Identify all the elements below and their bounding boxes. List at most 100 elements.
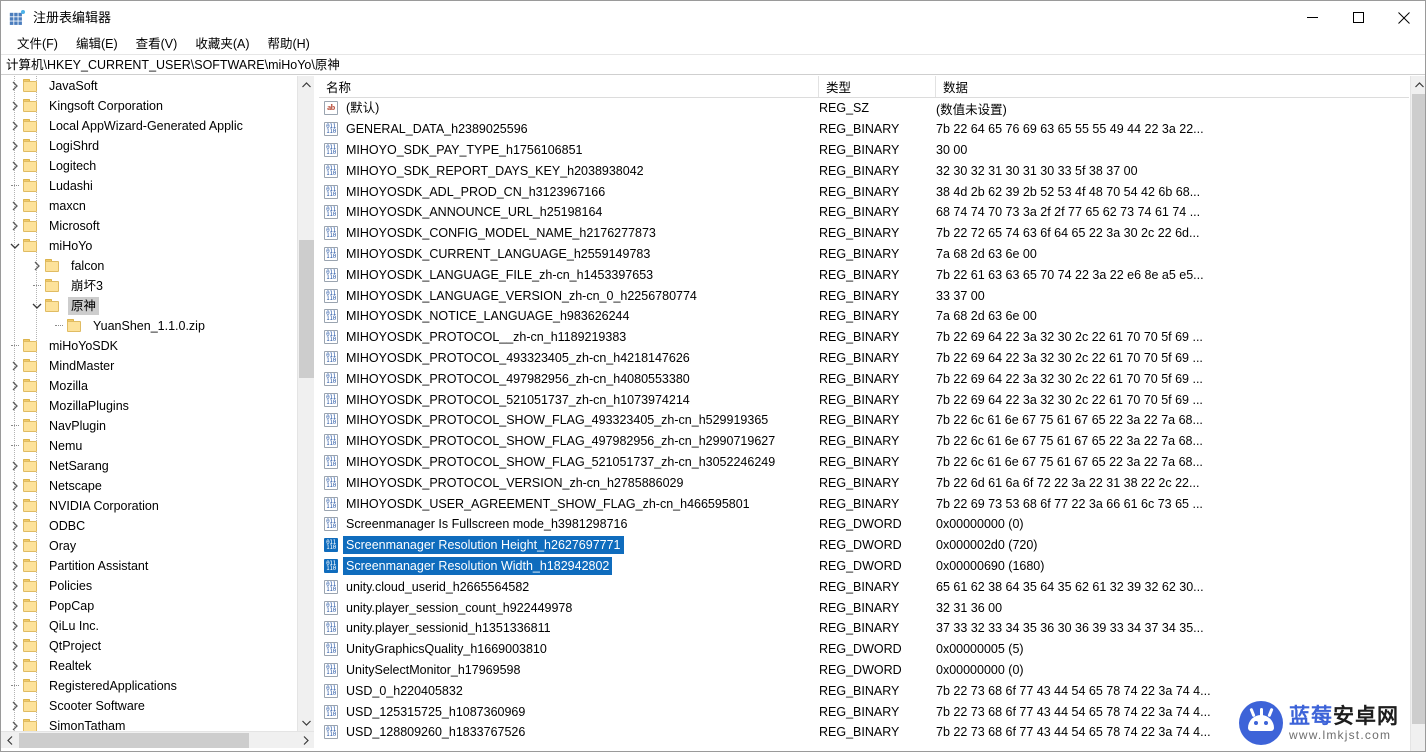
menu-file[interactable]: 文件(F) [8, 34, 67, 54]
tree-node[interactable]: maxcn [1, 196, 297, 216]
tree-node[interactable]: Scooter Software [1, 696, 297, 716]
chevron-right-icon[interactable] [7, 456, 23, 476]
tree-node[interactable]: Nemu [1, 436, 297, 456]
registry-value-row[interactable]: 011 110 unity.player_session_count_h922449… [319, 597, 1409, 618]
tree-horizontal-scrollbar[interactable] [1, 731, 314, 748]
registry-value-row[interactable]: 011 110 MIHOYOSDK_LANGUAGE_VERSION_zh-cn_0… [319, 285, 1409, 306]
tree-node[interactable]: ODBC [1, 516, 297, 536]
tree-scroll-thumb[interactable] [299, 240, 314, 378]
tree-node[interactable]: Local AppWizard-Generated Applic [1, 116, 297, 136]
tree-node[interactable]: 崩坏3 [1, 276, 297, 296]
registry-value-row[interactable]: 011 110 unity.cloud_userid_h2665564582 REG_… [319, 576, 1409, 597]
registry-value-row[interactable]: 011 110 USD_125315725_h1087360969 REG_BINAR… [319, 701, 1409, 722]
pane-splitter[interactable] [314, 76, 318, 751]
chevron-right-icon[interactable] [7, 536, 23, 556]
registry-value-row[interactable]: 011 110 MIHOYOSDK_PROTOCOL__zh-cn_h1189219… [319, 327, 1409, 348]
registry-value-row[interactable]: 011 110 MIHOYOSDK_PROTOCOL_497982956_zh-cn… [319, 368, 1409, 389]
chevron-right-icon[interactable] [7, 716, 23, 731]
column-data[interactable]: 数据 [936, 76, 1425, 97]
registry-value-row[interactable]: 011 110 MIHOYOSDK_CURRENT_LANGUAGE_h255914… [319, 244, 1409, 265]
menu-view[interactable]: 查看(V) [127, 34, 187, 54]
menu-favorites[interactable]: 收藏夹(A) [186, 34, 258, 54]
chevron-right-icon[interactable] [7, 216, 23, 236]
chevron-down-icon[interactable] [7, 236, 23, 256]
chevron-right-icon[interactable] [7, 556, 23, 576]
tree-node[interactable]: LogiShrd [1, 136, 297, 156]
tree-node[interactable]: MindMaster [1, 356, 297, 376]
tree-node[interactable]: RegisteredApplications [1, 676, 297, 696]
scroll-left-icon[interactable] [1, 732, 18, 749]
scroll-right-icon[interactable] [297, 732, 314, 749]
tree-node[interactable]: miHoYo [1, 236, 297, 256]
registry-value-row[interactable]: 011 110 UnityGraphicsQuality_h1669003810 RE… [319, 639, 1409, 660]
chevron-down-icon[interactable] [29, 296, 45, 316]
tree-node[interactable]: Oray [1, 536, 297, 556]
tree-node[interactable]: Kingsoft Corporation [1, 96, 297, 116]
scroll-down-icon[interactable] [298, 714, 315, 731]
registry-value-row[interactable]: 011 110 MIHOYO_SDK_PAY_TYPE_h1756106851 REG… [319, 140, 1409, 161]
registry-value-row[interactable]: 011 110 USD_128809260_h1833767526 REG_BINAR… [319, 722, 1409, 743]
chevron-right-icon[interactable] [7, 376, 23, 396]
chevron-right-icon[interactable] [7, 156, 23, 176]
registry-value-row[interactable]: 011 110 MIHOYOSDK_PROTOCOL_SHOW_FLAG_49798… [319, 431, 1409, 452]
registry-tree[interactable]: JavaSoft Kingsoft Corporation Local AppWiz… [1, 76, 297, 731]
scroll-up-icon[interactable] [1411, 76, 1425, 93]
registry-value-row[interactable]: 011 110 MIHOYOSDK_PROTOCOL_VERSION_zh-cn_h… [319, 472, 1409, 493]
chevron-right-icon[interactable] [7, 476, 23, 496]
menu-help[interactable]: 帮助(H) [258, 34, 318, 54]
menu-edit[interactable]: 编辑(E) [67, 34, 127, 54]
list-vertical-scrollbar[interactable] [1410, 76, 1425, 751]
tree-node[interactable]: Logitech [1, 156, 297, 176]
chevron-right-icon[interactable] [7, 596, 23, 616]
tree-node[interactable]: QiLu Inc. [1, 616, 297, 636]
chevron-right-icon[interactable] [7, 516, 23, 536]
chevron-right-icon[interactable] [7, 696, 23, 716]
chevron-right-icon[interactable] [7, 196, 23, 216]
registry-value-row[interactable]: 011 110 MIHOYOSDK_USER_AGREEMENT_SHOW_FLAG… [319, 493, 1409, 514]
tree-hscroll-thumb[interactable] [19, 733, 249, 748]
registry-value-row[interactable]: 011 110 Screenmanager Is Fullscreen mode_h… [319, 514, 1409, 535]
registry-value-row[interactable]: 011 110 UnitySelectMonitor_h17969598 REG_DW… [319, 660, 1409, 681]
registry-value-row[interactable]: 011 110 MIHOYOSDK_PROTOCOL_521051737_zh-cn… [319, 389, 1409, 410]
chevron-right-icon[interactable] [7, 636, 23, 656]
registry-value-row[interactable]: 011 110 unity.player_sessionid_h1351336811… [319, 618, 1409, 639]
tree-vertical-scrollbar[interactable] [297, 76, 314, 731]
registry-value-row[interactable]: 011 110 Screenmanager Resolution Width_h18… [319, 556, 1409, 577]
chevron-right-icon[interactable] [7, 656, 23, 676]
tree-node[interactable]: Mozilla [1, 376, 297, 396]
registry-values-list[interactable]: ab (默认) REG_SZ (数值未设置) 011 110 GENERAL_DATA_h2… [319, 98, 1409, 751]
tree-node[interactable]: miHoYoSDK [1, 336, 297, 356]
column-type[interactable]: 类型 [819, 76, 936, 97]
tree-node[interactable]: Policies [1, 576, 297, 596]
registry-value-row[interactable]: 011 110 MIHOYOSDK_LANGUAGE_FILE_zh-cn_h145… [319, 264, 1409, 285]
registry-value-row[interactable]: 011 110 GENERAL_DATA_h2389025596 REG_BINARY… [319, 119, 1409, 140]
registry-value-row[interactable]: ab (默认) REG_SZ (数值未设置) [319, 98, 1409, 119]
list-scroll-thumb[interactable] [1412, 94, 1425, 724]
chevron-right-icon[interactable] [7, 616, 23, 636]
tree-node[interactable]: SimonTatham [1, 716, 297, 731]
tree-node[interactable]: Netscape [1, 476, 297, 496]
tree-node[interactable]: falcon [1, 256, 297, 276]
maximize-button[interactable] [1335, 1, 1381, 34]
registry-value-row[interactable]: 011 110 MIHOYOSDK_PROTOCOL_SHOW_FLAG_52105… [319, 452, 1409, 473]
close-button[interactable] [1381, 1, 1425, 34]
registry-value-row[interactable]: 011 110 USD_0_h220405832 REG_BINARY 7b 22 73… [319, 680, 1409, 701]
registry-value-row[interactable]: 011 110 MIHOYOSDK_PROTOCOL_493323405_zh-cn… [319, 348, 1409, 369]
chevron-right-icon[interactable] [7, 496, 23, 516]
address-bar[interactable]: 计算机\HKEY_CURRENT_USER\SOFTWARE\miHoYo\原神 [1, 54, 1425, 75]
chevron-right-icon[interactable] [7, 356, 23, 376]
column-name[interactable]: 名称 [319, 76, 819, 97]
tree-node[interactable]: Ludashi [1, 176, 297, 196]
chevron-right-icon[interactable] [7, 96, 23, 116]
tree-node[interactable]: Realtek [1, 656, 297, 676]
scroll-up-icon[interactable] [298, 76, 315, 93]
registry-value-row[interactable]: 011 110 MIHOYOSDK_NOTICE_LANGUAGE_h9836262… [319, 306, 1409, 327]
tree-node[interactable]: NVIDIA Corporation [1, 496, 297, 516]
chevron-right-icon[interactable] [29, 256, 45, 276]
tree-node[interactable]: PopCap [1, 596, 297, 616]
tree-node[interactable]: NavPlugin [1, 416, 297, 436]
tree-node[interactable]: Partition Assistant [1, 556, 297, 576]
chevron-right-icon[interactable] [7, 576, 23, 596]
minimize-button[interactable] [1289, 1, 1335, 34]
registry-value-row[interactable]: 011 110 MIHOYOSDK_ANNOUNCE_URL_h25198164 RE… [319, 202, 1409, 223]
